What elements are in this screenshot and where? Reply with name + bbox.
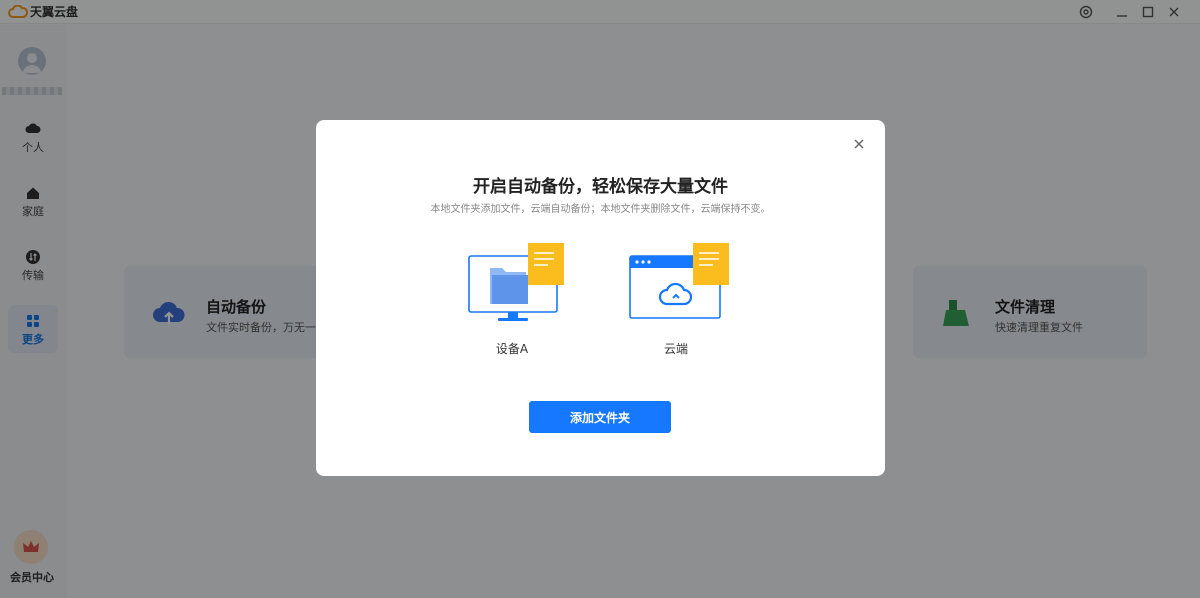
close-icon xyxy=(854,139,864,149)
cloud-window-illustration xyxy=(629,243,729,319)
device-monitor-illustration xyxy=(468,243,564,321)
modal-title: 开启自动备份，轻松保存大量文件 xyxy=(473,177,728,197)
backup-modal: 开启自动备份，轻松保存大量文件 本地文件夹添加文件，云端自动备份；本地文件夹删除… xyxy=(316,120,885,476)
device-label: 设备A xyxy=(495,342,529,356)
modal-close-button[interactable] xyxy=(851,136,867,152)
modal-subtitle: 本地文件夹添加文件，云端自动备份；本地文件夹删除文件，云端保持不变。 xyxy=(430,204,771,215)
cloud-label: 云端 xyxy=(663,342,688,356)
add-folder-button[interactable]: 添加文件夹 xyxy=(529,401,671,433)
